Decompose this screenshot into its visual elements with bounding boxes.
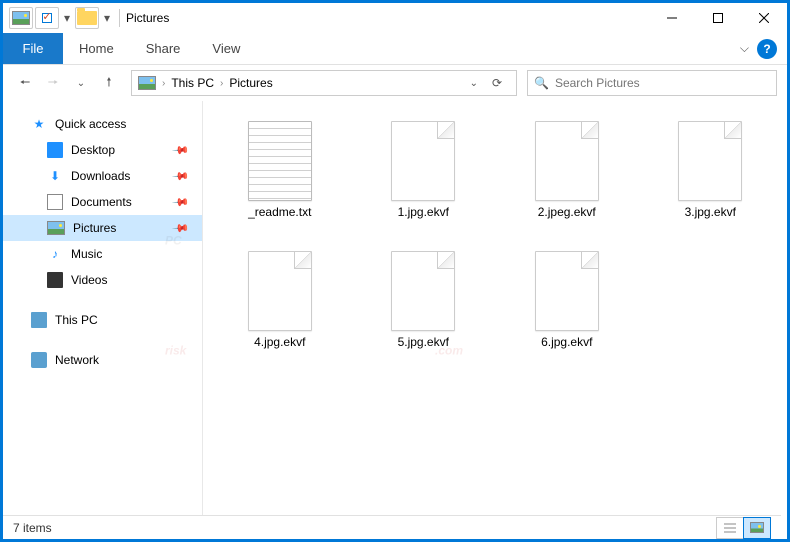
sidebar-item-documents[interactable]: Documents 📌 bbox=[3, 189, 202, 215]
documents-icon bbox=[47, 194, 63, 210]
qat-dropdown-icon[interactable]: ▾ bbox=[61, 11, 73, 25]
sidebar-item-downloads[interactable]: ⬇ Downloads 📌 bbox=[3, 163, 202, 189]
file-tab[interactable]: File bbox=[3, 33, 63, 64]
sidebar-item-videos[interactable]: Videos bbox=[3, 267, 202, 293]
pin-icon: 📌 bbox=[172, 193, 191, 212]
tab-view[interactable]: View bbox=[196, 33, 256, 64]
address-dropdown-icon[interactable]: ⌄ bbox=[470, 78, 478, 89]
pin-icon: 📌 bbox=[172, 141, 191, 160]
this-pc-icon bbox=[31, 312, 47, 328]
file-icon bbox=[535, 251, 599, 331]
qat-icon-checkbox[interactable]: ✓ bbox=[35, 7, 59, 29]
file-icon bbox=[391, 251, 455, 331]
file-grid: _readme.txt 1.jpg.ekvf 2.jpeg.ekvf 3.jpg… bbox=[203, 101, 787, 515]
search-box[interactable]: 🔍 bbox=[527, 70, 777, 96]
address-icon bbox=[138, 76, 156, 90]
history-dropdown-icon[interactable]: ⌄ bbox=[69, 71, 93, 95]
breadcrumb-this-pc[interactable]: This PC bbox=[171, 76, 214, 90]
search-input[interactable] bbox=[555, 76, 770, 90]
sidebar-item-music[interactable]: ♪ Music bbox=[3, 241, 202, 267]
refresh-button[interactable]: ⟳ bbox=[484, 76, 510, 90]
tab-home[interactable]: Home bbox=[63, 33, 130, 64]
videos-icon bbox=[47, 272, 63, 288]
pin-icon: 📌 bbox=[172, 167, 191, 186]
file-icon bbox=[391, 121, 455, 201]
ribbon: File Home Share View ⌵ ? bbox=[3, 33, 787, 65]
nav-bar: 🠔 🠖 ⌄ 🠕 › This PC › Pictures ⌄ ⟳ 🔍 bbox=[3, 65, 787, 101]
file-item[interactable]: 5.jpg.ekvf bbox=[357, 251, 491, 371]
status-bar: 7 items bbox=[3, 515, 781, 539]
maximize-button[interactable] bbox=[695, 3, 741, 33]
status-count: 7 items bbox=[13, 521, 52, 535]
breadcrumb-pictures[interactable]: Pictures bbox=[229, 76, 272, 90]
ribbon-expand-icon[interactable]: ⌵ bbox=[740, 41, 749, 56]
sidebar-item-desktop[interactable]: Desktop 📌 bbox=[3, 137, 202, 163]
sidebar: ★ Quick access Desktop 📌 ⬇ Downloads 📌 D… bbox=[3, 101, 203, 515]
star-icon: ★ bbox=[31, 116, 47, 132]
file-item[interactable]: 2.jpeg.ekvf bbox=[500, 121, 634, 241]
back-button[interactable]: 🠔 bbox=[13, 71, 37, 95]
file-item[interactable]: 3.jpg.ekvf bbox=[644, 121, 778, 241]
pictures-icon bbox=[47, 221, 65, 235]
downloads-icon: ⬇ bbox=[47, 168, 63, 184]
close-button[interactable] bbox=[741, 3, 787, 33]
pin-icon: 📌 bbox=[172, 219, 191, 238]
network-icon bbox=[31, 352, 47, 368]
title-bar: ✓ ▾ ▾ Pictures bbox=[3, 3, 787, 33]
desktop-icon bbox=[47, 142, 63, 158]
file-icon bbox=[248, 121, 312, 201]
title-separator bbox=[119, 9, 120, 27]
view-icons-button[interactable] bbox=[743, 517, 771, 539]
sidebar-quick-access[interactable]: ★ Quick access bbox=[3, 111, 202, 137]
file-item[interactable]: 6.jpg.ekvf bbox=[500, 251, 634, 371]
view-details-button[interactable] bbox=[716, 517, 744, 539]
chevron-right-icon[interactable]: › bbox=[220, 78, 223, 89]
sidebar-this-pc[interactable]: This PC bbox=[3, 307, 202, 333]
help-icon[interactable]: ? bbox=[757, 39, 777, 59]
file-icon bbox=[248, 251, 312, 331]
window-title: Pictures bbox=[126, 11, 169, 25]
file-item[interactable]: 4.jpg.ekvf bbox=[213, 251, 347, 371]
qat-icon-folder[interactable] bbox=[75, 7, 99, 29]
chevron-right-icon[interactable]: › bbox=[162, 78, 165, 89]
music-icon: ♪ bbox=[47, 246, 63, 262]
up-button[interactable]: 🠕 bbox=[97, 71, 121, 95]
tab-share[interactable]: Share bbox=[130, 33, 197, 64]
sidebar-network[interactable]: Network bbox=[3, 347, 202, 373]
address-bar[interactable]: › This PC › Pictures ⌄ ⟳ bbox=[131, 70, 517, 96]
file-item[interactable]: _readme.txt bbox=[213, 121, 347, 241]
sidebar-item-pictures[interactable]: Pictures 📌 bbox=[3, 215, 202, 241]
forward-button[interactable]: 🠖 bbox=[41, 71, 65, 95]
search-icon: 🔍 bbox=[534, 76, 549, 90]
qat-dropdown2-icon[interactable]: ▾ bbox=[101, 11, 113, 25]
file-item[interactable]: 1.jpg.ekvf bbox=[357, 121, 491, 241]
file-icon bbox=[535, 121, 599, 201]
minimize-button[interactable] bbox=[649, 3, 695, 33]
file-icon bbox=[678, 121, 742, 201]
qat-icon-app[interactable] bbox=[9, 7, 33, 29]
